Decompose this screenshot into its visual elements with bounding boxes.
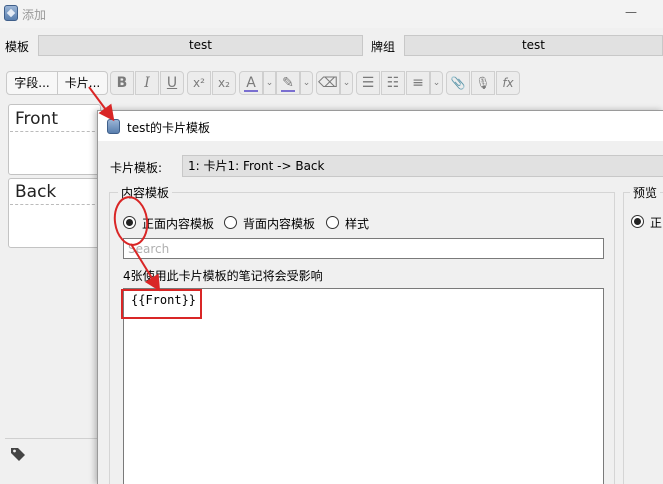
- highlight-dropdown[interactable]: ⌄: [300, 71, 313, 95]
- front-template-label[interactable]: 正面内容模板: [142, 215, 214, 232]
- bullet-list-icon[interactable]: ☰: [356, 71, 380, 95]
- add-window-title: 添加: [22, 8, 47, 22]
- anki-app-icon: [107, 119, 120, 134]
- template-group-title: 内容模板: [118, 184, 173, 201]
- affected-notes-message: 4张使用此卡片模板的笔记将会受影响: [123, 269, 323, 283]
- field-label-front: Front: [15, 109, 58, 129]
- deck-selector[interactable]: test: [404, 35, 663, 56]
- deck-label: 牌组: [371, 40, 396, 54]
- eraser-dropdown[interactable]: ⌄: [340, 71, 353, 95]
- notetype-selector[interactable]: test: [38, 35, 363, 56]
- align-icon[interactable]: ≡: [406, 71, 430, 95]
- add-window-titlebar: 添加 —: [0, 0, 663, 28]
- bold-button[interactable]: B: [110, 71, 134, 95]
- tags-divider: [5, 438, 97, 439]
- fields-button[interactable]: 字段...: [6, 71, 58, 95]
- template-search-input[interactable]: [123, 238, 604, 259]
- text-color-icon: A: [246, 75, 256, 91]
- card-type-label: 卡片模板:: [110, 161, 163, 175]
- minimize-button[interactable]: —: [616, 4, 646, 22]
- subscript-button[interactable]: x₂: [212, 71, 236, 95]
- front-template-radio[interactable]: [123, 216, 136, 229]
- align-dropdown[interactable]: ⌄: [430, 71, 443, 95]
- dialog-titlebar: test的卡片模板: [98, 111, 663, 141]
- underline-button[interactable]: U: [160, 71, 184, 95]
- highlight-color-bar: [281, 90, 295, 92]
- numbered-list-icon[interactable]: ☷: [381, 71, 405, 95]
- italic-button[interactable]: I: [135, 71, 159, 95]
- paperclip-icon[interactable]: 📎: [446, 71, 470, 95]
- superscript-button[interactable]: x²: [187, 71, 211, 95]
- preview-group-title: 预览: [630, 184, 661, 201]
- highlighter-icon: ✎: [282, 75, 294, 91]
- anki-app-icon: [4, 5, 18, 21]
- back-template-radio[interactable]: [224, 216, 237, 229]
- preview-group-box: [623, 192, 663, 484]
- field-divider: [10, 204, 100, 205]
- styling-radio[interactable]: [326, 216, 339, 229]
- text-color-dropdown[interactable]: ⌄: [263, 71, 276, 95]
- notetype-label: 模板: [5, 40, 30, 54]
- field-divider: [10, 131, 100, 132]
- text-color-button[interactable]: A: [239, 71, 263, 95]
- card-type-selector[interactable]: 1: 卡片1: Front -> Back: [182, 155, 663, 177]
- preview-front-radio[interactable]: [631, 215, 644, 228]
- annotation-highlight-box: [121, 289, 202, 319]
- highlight-button[interactable]: ✎: [276, 71, 300, 95]
- formula-icon[interactable]: fx: [496, 71, 520, 95]
- dialog-title: test的卡片模板: [127, 121, 211, 135]
- microphone-icon[interactable]: 🎙: [471, 71, 495, 95]
- eraser-icon[interactable]: ⌫: [316, 71, 340, 95]
- preview-front-label[interactable]: 正: [650, 214, 662, 231]
- text-color-bar: [244, 90, 258, 92]
- field-label-back: Back: [15, 182, 57, 202]
- styling-label[interactable]: 样式: [345, 215, 369, 232]
- tag-icon[interactable]: [10, 446, 26, 462]
- cards-button[interactable]: 卡片...: [57, 71, 108, 95]
- back-template-label[interactable]: 背面内容模板: [243, 215, 315, 232]
